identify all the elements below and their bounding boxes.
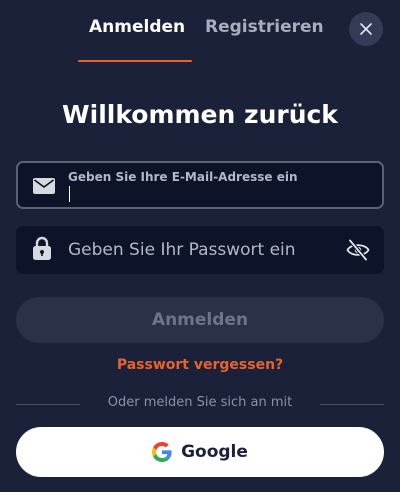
active-tab-indicator bbox=[78, 60, 192, 62]
password-input[interactable] bbox=[68, 238, 338, 262]
tab-login[interactable]: Anmelden bbox=[89, 17, 185, 37]
divider-line-right bbox=[320, 404, 384, 405]
google-icon bbox=[152, 442, 172, 462]
eye-slash-icon[interactable] bbox=[346, 239, 370, 261]
page-title: Willkommen zurück bbox=[62, 100, 338, 129]
text-caret bbox=[69, 186, 70, 202]
email-input[interactable] bbox=[68, 185, 368, 203]
auth-tabs: Anmelden Registrieren bbox=[0, 0, 400, 62]
lock-icon bbox=[33, 236, 51, 260]
forgot-password-link[interactable]: Passwort vergessen? bbox=[0, 357, 400, 373]
email-label: Geben Sie Ihre E-Mail-Adresse ein bbox=[68, 170, 298, 184]
google-button-label: Google bbox=[181, 442, 248, 462]
password-field[interactable] bbox=[16, 226, 384, 274]
login-submit-button[interactable]: Anmelden bbox=[16, 297, 384, 343]
close-button[interactable] bbox=[349, 12, 383, 46]
tab-register[interactable]: Registrieren bbox=[205, 17, 324, 37]
close-icon bbox=[360, 23, 372, 35]
google-login-button[interactable]: Google bbox=[16, 427, 384, 477]
envelope-icon bbox=[33, 178, 55, 194]
social-divider: Oder melden Sie sich an mit bbox=[16, 395, 384, 413]
divider-text: Oder melden Sie sich an mit bbox=[107, 395, 293, 410]
email-field[interactable]: Geben Sie Ihre E-Mail-Adresse ein bbox=[16, 161, 384, 209]
